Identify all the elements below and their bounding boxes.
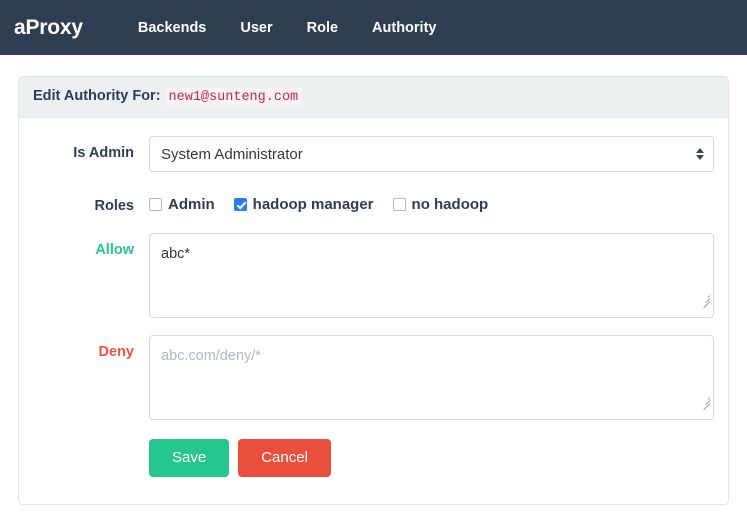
panel-title-text: Edit Authority For:: [33, 88, 161, 104]
allow-control: abc*: [149, 232, 714, 318]
deny-control: abc.com/deny/*: [149, 334, 714, 420]
form-row-roles: Roles Admin hadoop manager no hadoop: [33, 189, 714, 216]
allow-label: Allow: [95, 241, 134, 258]
is-admin-select[interactable]: System Administrator: [149, 136, 714, 172]
checkbox-no-hadoop-label: no hadoop: [411, 196, 489, 213]
checkbox-item-hadoop-manager[interactable]: hadoop manager: [233, 196, 374, 213]
actions-spacer: [33, 437, 149, 445]
authority-user-email: new1@sunteng.com: [164, 88, 303, 107]
checkbox-hadoop-manager-box-icon[interactable]: [233, 198, 247, 211]
form-row-actions: Save Cancel: [33, 437, 714, 478]
allow-textarea[interactable]: abc*: [149, 232, 714, 318]
nav-menu: Backends User Role Authority: [121, 20, 454, 36]
chevron-down-icon: [696, 155, 704, 160]
is-admin-label: Is Admin: [73, 145, 134, 161]
checkbox-item-admin[interactable]: Admin: [149, 196, 215, 213]
edit-authority-panel: Edit Authority For: new1@sunteng.com Is A…: [18, 76, 729, 505]
select-updown-arrows-icon: [696, 148, 704, 160]
checkbox-admin-box-icon[interactable]: [149, 198, 162, 211]
nav-item-backends[interactable]: Backends: [121, 20, 224, 36]
is-admin-selected-value: System Administrator: [161, 145, 303, 163]
form-row-deny: Deny abc.com/deny/*: [33, 334, 714, 420]
actions-control: Save Cancel: [149, 437, 714, 478]
panel-body: Is Admin System Administrator Roles Admi…: [19, 118, 728, 504]
brand-logo[interactable]: aProxy: [14, 16, 83, 40]
checkbox-hadoop-manager-label: hadoop manager: [252, 196, 374, 213]
roles-label: Roles: [94, 198, 135, 214]
nav-item-role[interactable]: Role: [290, 20, 355, 36]
page-container: Edit Authority For: new1@sunteng.com Is A…: [0, 55, 747, 505]
panel-heading: Edit Authority For: new1@sunteng.com: [19, 77, 728, 118]
roles-control: Admin hadoop manager no hadoop: [149, 189, 714, 213]
checkbox-item-no-hadoop[interactable]: no hadoop: [392, 196, 489, 213]
deny-label: Deny: [98, 343, 134, 360]
form-row-allow: Allow abc*: [33, 232, 714, 318]
roles-checkbox-group: Admin hadoop manager no hadoop: [149, 189, 714, 213]
form-row-is-admin: Is Admin System Administrator: [33, 136, 714, 172]
checkbox-no-hadoop-box-icon[interactable]: [392, 198, 406, 211]
checkbox-admin-label: Admin: [168, 196, 215, 213]
cancel-button[interactable]: Cancel: [238, 438, 331, 478]
nav-item-user[interactable]: User: [223, 20, 289, 36]
nav-item-authority[interactable]: Authority: [355, 20, 453, 36]
is-admin-control: System Administrator: [149, 136, 714, 172]
action-button-group: Save Cancel: [149, 437, 714, 478]
save-button[interactable]: Save: [149, 438, 230, 478]
chevron-up-icon: [696, 148, 704, 153]
deny-textarea[interactable]: abc.com/deny/*: [149, 334, 714, 420]
main-navbar: aProxy Backends User Role Authority: [0, 0, 747, 55]
